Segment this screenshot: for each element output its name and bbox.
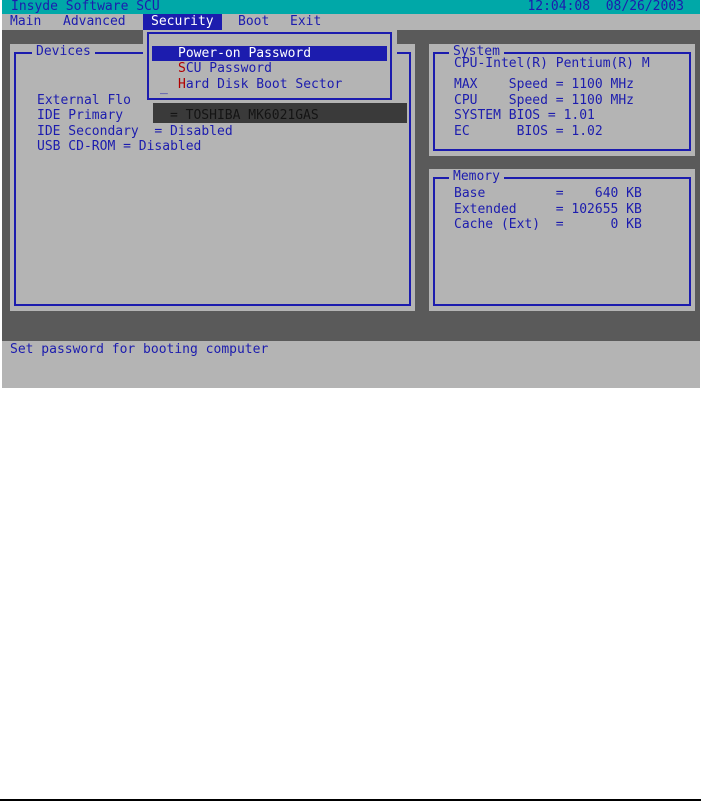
system-panel: System CPU-Intel(R) Pentium(R) M MAX Spe… — [429, 44, 695, 156]
device-row-usb-cdrom[interactable]: USB CD-ROM = Disabled — [37, 139, 201, 154]
usb-cdrom-value: = Disabled — [123, 139, 202, 154]
system-cpu-speed: CPU Speed = 1100 MHz — [454, 93, 635, 108]
menu-advanced[interactable]: Advanced — [63, 14, 126, 30]
ide-primary-value: = TOSHIBA MK6021GAS — [170, 108, 319, 123]
system-bios-version: SYSTEM BIOS = 1.01 — [454, 108, 595, 123]
memory-panel: Memory Base = 640 KB Extended = 102655 K… — [429, 169, 695, 311]
memory-cache-ext: Cache (Ext) = 0 KB — [454, 217, 642, 232]
clock-time: 12:04:08 — [527, 0, 591, 14]
text-cursor-icon: _ — [160, 80, 168, 95]
menu-exit[interactable]: Exit — [290, 14, 321, 30]
memory-extended: Extended = 102655 KB — [454, 202, 642, 217]
device-row-external-floppy[interactable]: External Flo — [37, 93, 131, 108]
status-bar: Set password for booting computer — [2, 341, 700, 388]
device-row-ide-secondary[interactable]: IDE Secondary = Disabled — [37, 124, 233, 139]
ec-bios-version: EC BIOS = 1.02 — [454, 124, 603, 139]
app-title: Insyde Software SCU — [11, 0, 160, 14]
scu-label: CU Password — [185, 61, 272, 76]
menu-main[interactable]: Main — [10, 14, 41, 30]
security-dropdown: Power-on Password SCU Password Hard Disk… — [143, 30, 397, 103]
scu-hotkey: S — [178, 61, 186, 76]
bios-screen: Insyde Software SCU 12:04:08 08/26/2003 … — [2, 0, 700, 388]
system-cpu-name: CPU-Intel(R) Pentium(R) M — [454, 56, 650, 71]
memory-base: Base = 640 KB — [454, 186, 642, 201]
menu-security[interactable]: Security — [143, 14, 222, 30]
system-max-speed: MAX Speed = 1100 MHz — [454, 77, 635, 92]
hdd-label: ard Disk Boot Sector — [185, 77, 343, 92]
menu-bar: Main Advanced Security Boot Exit — [2, 14, 700, 30]
ide-secondary-label: IDE Secondary — [37, 124, 139, 139]
title-bar: Insyde Software SCU 12:04:08 08/26/2003 — [2, 0, 700, 14]
help-text: Set password for booting computer — [10, 342, 269, 357]
menu-item-power-on-password[interactable]: Power-on Password — [152, 46, 387, 61]
power-on-hotkey: P — [178, 46, 186, 61]
clock-date: 08/26/2003 — [605, 0, 684, 14]
device-row-ide-primary[interactable]: IDE Primary — [37, 108, 123, 123]
hdd-hotkey: H — [178, 77, 186, 92]
devices-title: Devices — [32, 44, 95, 59]
menu-item-hard-disk-boot-sector[interactable]: Hard Disk Boot Sector — [178, 77, 342, 92]
clock-readout: 12:04:08 08/26/2003 — [527, 0, 684, 14]
power-on-label: ower-on Password — [185, 46, 312, 61]
menu-item-scu-password[interactable]: SCU Password — [178, 61, 272, 76]
ide-secondary-value: = Disabled — [154, 124, 233, 139]
memory-title: Memory — [449, 169, 504, 184]
menu-boot[interactable]: Boot — [238, 14, 269, 30]
usb-cdrom-label: USB CD-ROM — [37, 139, 116, 154]
